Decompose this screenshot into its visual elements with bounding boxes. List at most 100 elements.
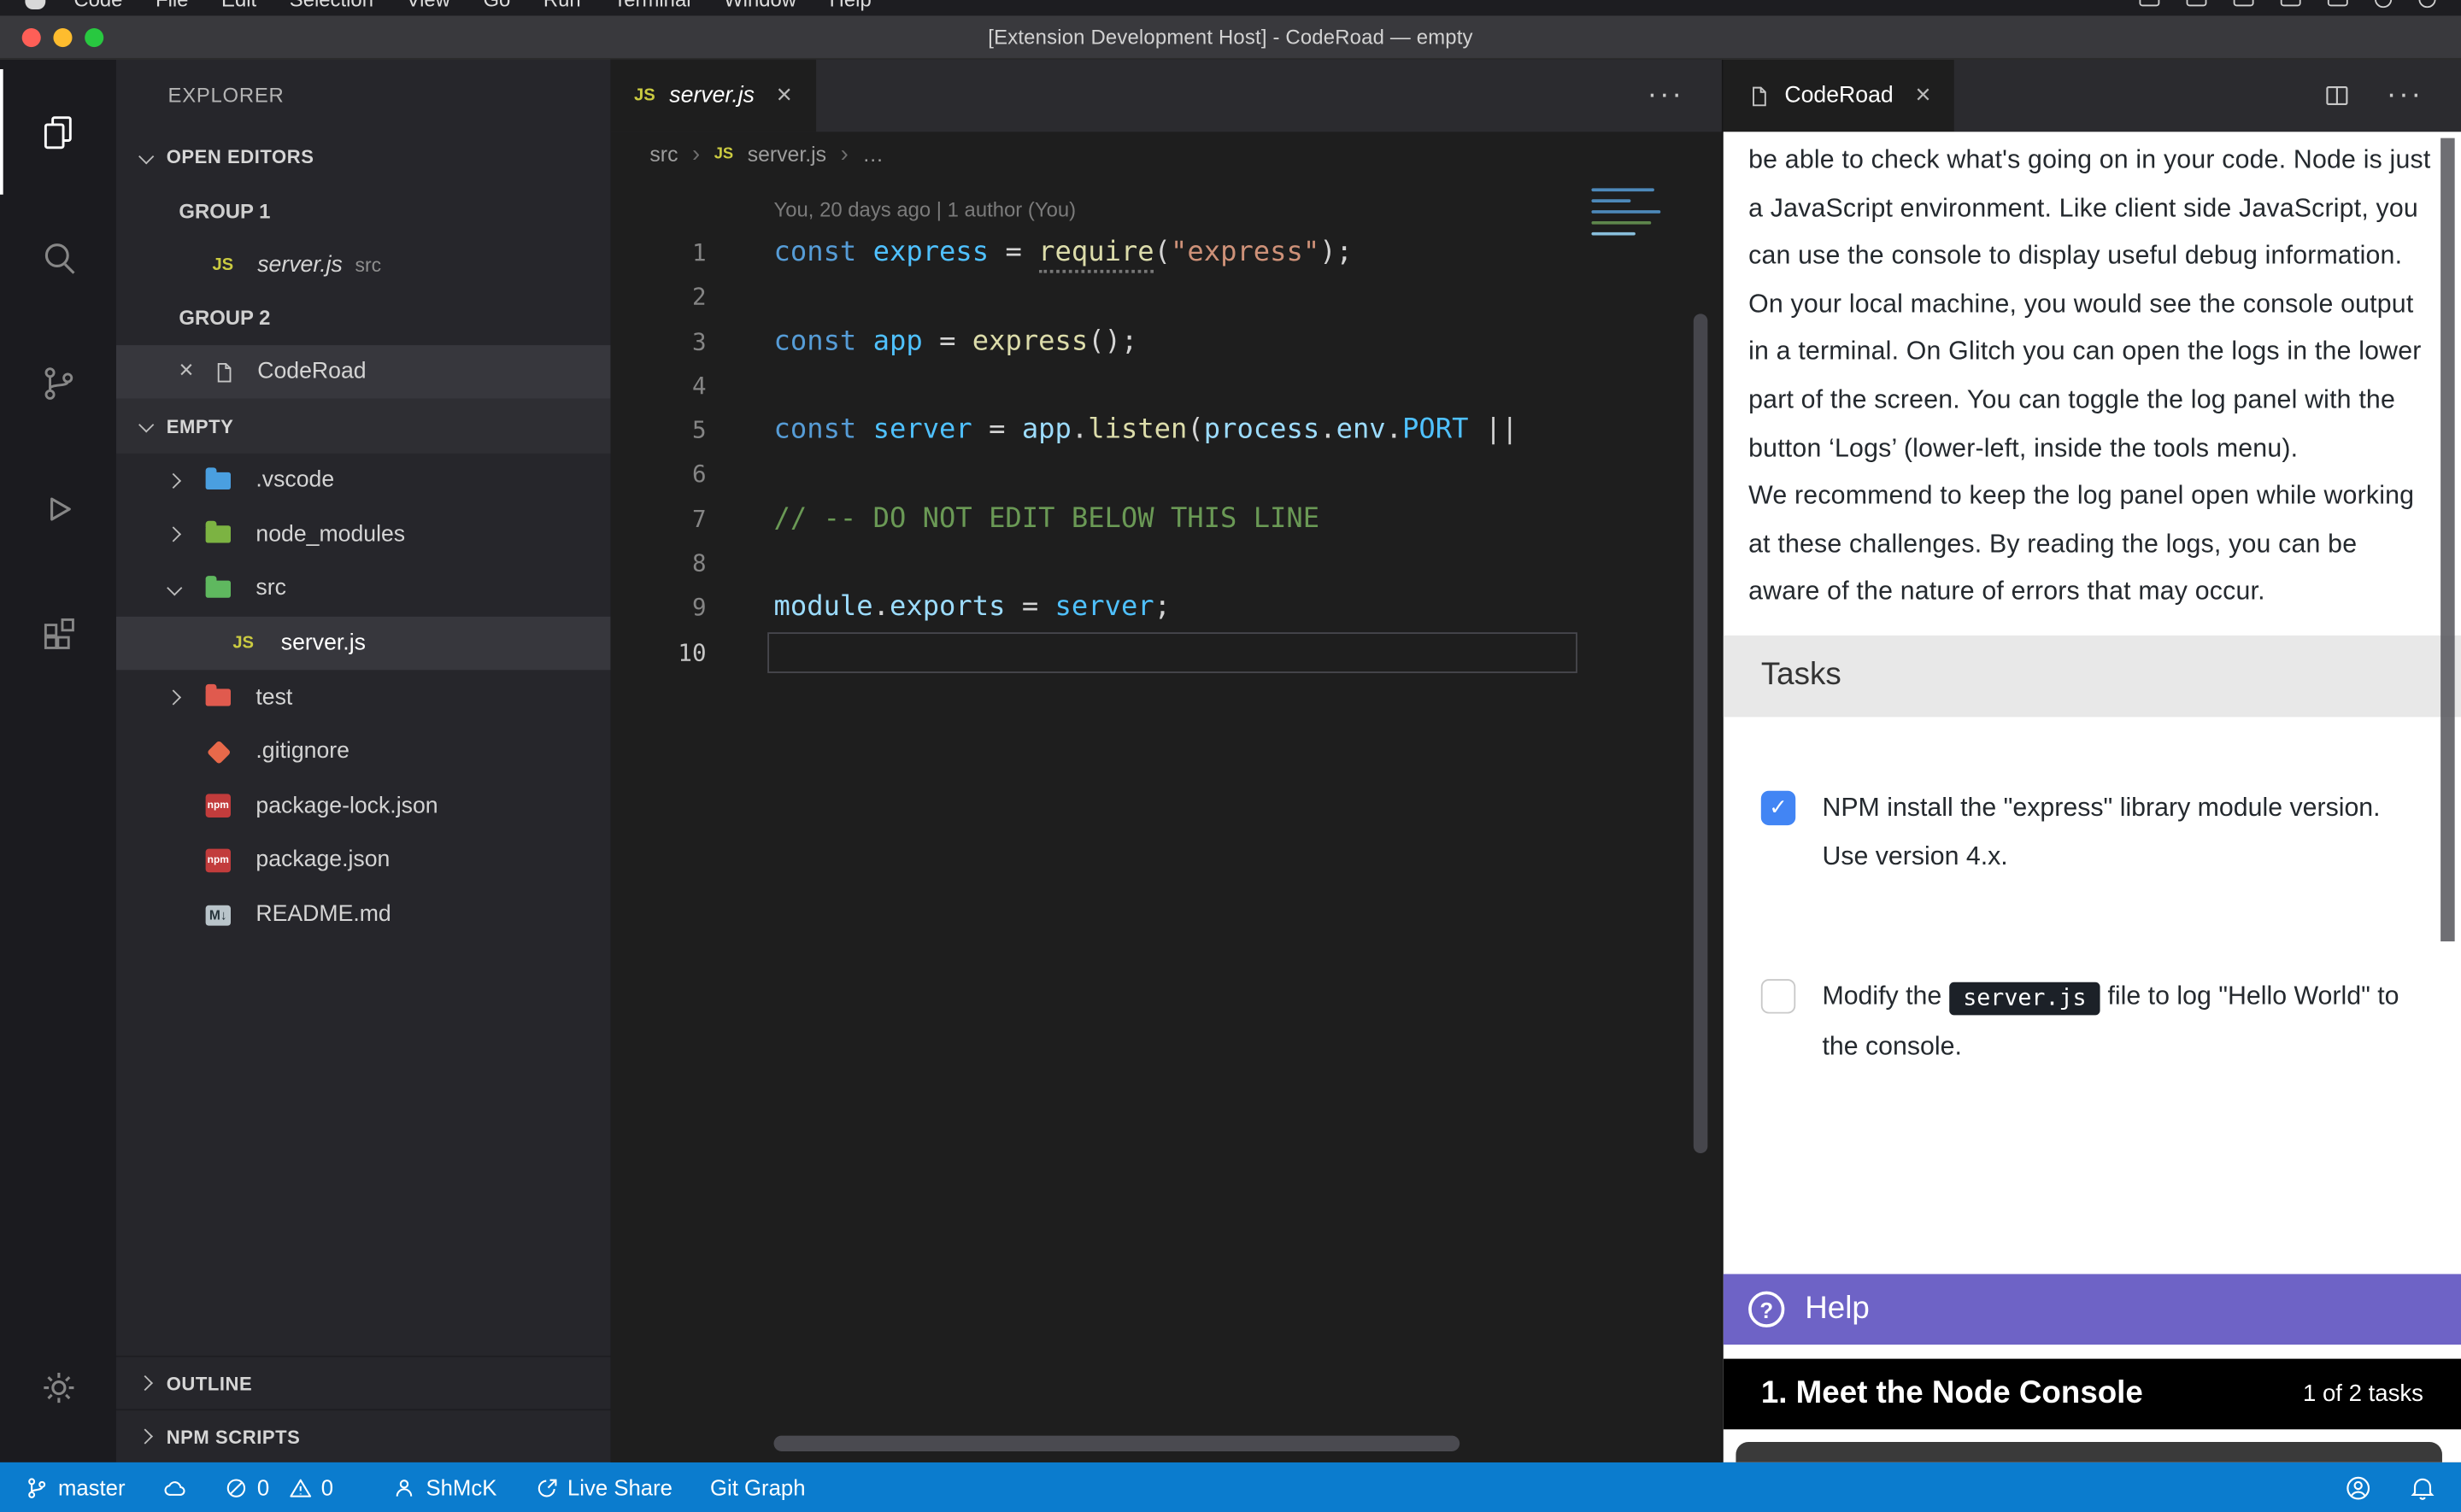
tree-item-test[interactable]: test: [116, 671, 611, 725]
wifi-icon[interactable]: [2328, 0, 2348, 6]
chevron-glyph: [165, 690, 180, 706]
open-editors-label: OPEN EDITORS: [167, 146, 314, 168]
lesson-progress: 1 of 2 tasks: [2303, 1380, 2423, 1407]
window-titlebar[interactable]: [Extension Development Host] - CodeRoad …: [0, 15, 2461, 59]
tree-item-src[interactable]: src: [116, 562, 611, 617]
tree-item-readme-md[interactable]: M↓README.md: [116, 888, 611, 942]
git-icon: [206, 740, 231, 765]
tasks-header-label: Tasks: [1761, 658, 1841, 694]
code-token: .: [1319, 414, 1336, 446]
chevron-right-icon[interactable]: [163, 530, 182, 541]
code-token: module: [774, 592, 873, 624]
horizontal-scrollbar[interactable]: [774, 1436, 1460, 1451]
code-line-text: const app = express();: [774, 325, 1138, 357]
search-icon[interactable]: [0, 195, 116, 320]
git-branch-icon: [25, 1475, 49, 1499]
spotlight-icon[interactable]: [2375, 0, 2392, 7]
vertical-scrollbar[interactable]: [1694, 314, 1708, 1153]
stats-icon[interactable]: [2139, 0, 2159, 6]
npm-scripts-label: NPM SCRIPTS: [167, 1426, 301, 1448]
open-editor-coderoad[interactable]: ×CodeRoad: [116, 345, 611, 398]
split-editor-icon[interactable]: [2321, 80, 2352, 112]
explorer-sidebar: EXPLORER OPEN EDITORS GROUP 1×JSserver.j…: [116, 60, 611, 1462]
sync-status-button[interactable]: [163, 1475, 187, 1499]
menubar-item-file[interactable]: File: [156, 0, 188, 10]
problems-indicator[interactable]: 0 0: [224, 1475, 333, 1500]
task-checkbox[interactable]: [1761, 979, 1795, 1013]
npm-scripts-section-header[interactable]: NPM SCRIPTS: [116, 1409, 611, 1462]
live-share-label: Live Share: [567, 1475, 673, 1500]
close-tab-icon[interactable]: ×: [1915, 80, 1930, 112]
chevron-down-icon[interactable]: [163, 583, 182, 595]
tree-item-vscode[interactable]: .vscode: [116, 454, 611, 508]
editor-group: JS server.js × ··· src › JS server.js › …: [610, 60, 1721, 1462]
shmck-status-item[interactable]: ShMcK: [393, 1475, 496, 1500]
status-bar-right: [2345, 1474, 2436, 1501]
tree-item-node-modules[interactable]: node_modules: [116, 507, 611, 562]
breadcrumb-server-js[interactable]: server.js: [748, 142, 826, 166]
close-tab-icon[interactable]: ×: [777, 80, 792, 112]
menubar-item-window[interactable]: Window: [724, 0, 796, 10]
git-branch-indicator[interactable]: master: [25, 1475, 125, 1500]
minimap[interactable]: [1591, 188, 1663, 243]
zoom-window-button[interactable]: [85, 28, 103, 47]
apple-menu-icon[interactable]: [25, 0, 45, 9]
chevron-right-icon: ›: [692, 140, 700, 167]
task-checkbox[interactable]: ✓: [1761, 791, 1795, 825]
chevron-glyph: [165, 527, 180, 542]
settings-gear-icon[interactable]: [0, 1324, 116, 1450]
menubar-item-run[interactable]: Run: [543, 0, 581, 10]
battery-icon[interactable]: [2281, 0, 2301, 6]
minimize-window-button[interactable]: [53, 28, 72, 47]
run-debug-icon[interactable]: [0, 446, 116, 571]
line-number: 6: [610, 453, 706, 497]
task-list: ✓NPM install the "express" library modul…: [1748, 784, 2435, 1070]
explorer-icon[interactable]: [0, 69, 116, 195]
account-icon[interactable]: [2345, 1474, 2371, 1501]
file-tree: .vscode node_modulessrcJSserver.jstest.gi…: [116, 454, 611, 942]
git-graph-button[interactable]: Git Graph: [710, 1475, 805, 1500]
tree-item-label: .vscode: [255, 468, 334, 493]
preferences-icon[interactable]: [2187, 0, 2207, 6]
chevron-right-icon[interactable]: [163, 692, 182, 703]
breadcrumb-src[interactable]: src: [649, 142, 678, 166]
open-editor-server-js[interactable]: ×JSserver.jssrc: [116, 238, 611, 291]
menubar-item-edit[interactable]: Edit: [221, 0, 256, 10]
do-not-disturb-icon[interactable]: [2234, 0, 2254, 6]
help-button[interactable]: ? Help: [1724, 1274, 2461, 1345]
help-label: Help: [1805, 1292, 1870, 1327]
tree-item-package-lock-json[interactable]: npmpackage-lock.json: [116, 779, 611, 834]
tree-item-server-js[interactable]: JSserver.js: [116, 616, 611, 671]
live-share-button[interactable]: Live Share: [534, 1475, 673, 1500]
bell-icon[interactable]: [2409, 1474, 2435, 1501]
gitlens-blame-annotation[interactable]: You, 20 days ago | 1 author (You): [610, 190, 1721, 231]
menubar-item-code[interactable]: Code: [73, 0, 122, 10]
more-actions-icon[interactable]: ···: [2387, 79, 2423, 113]
control-center-icon[interactable]: [2418, 0, 2435, 7]
extensions-icon[interactable]: [0, 571, 116, 697]
close-editor-icon[interactable]: ×: [179, 360, 210, 384]
tree-item-package-json[interactable]: npmpackage.json: [116, 834, 611, 888]
tree-item-gitignore[interactable]: .gitignore: [116, 725, 611, 780]
open-editors-header[interactable]: OPEN EDITORS: [116, 129, 611, 185]
tab-server-js[interactable]: JS server.js ×: [610, 60, 815, 132]
breadcrumb-symbol[interactable]: …: [862, 142, 884, 166]
menubar-item-go[interactable]: Go: [483, 0, 510, 10]
tab-coderoad[interactable]: CodeRoad ×: [1724, 60, 1954, 132]
menubar-item-selection[interactable]: Selection: [290, 0, 373, 10]
minimap-line: [1591, 188, 1654, 191]
code-token: require: [1038, 237, 1154, 273]
outline-section-header[interactable]: OUTLINE: [116, 1356, 611, 1409]
code-editor[interactable]: You, 20 days ago | 1 author (You) 1const…: [610, 176, 1721, 1462]
more-actions-icon[interactable]: ···: [1648, 79, 1684, 113]
code-token: express: [972, 325, 1088, 357]
workspace-root-header[interactable]: EMPTY: [116, 399, 611, 454]
webview-scrollbar[interactable]: [2440, 138, 2455, 941]
source-control-icon[interactable]: [0, 320, 116, 446]
menubar-item-view[interactable]: View: [407, 0, 450, 10]
menubar-item-terminal[interactable]: Terminal: [614, 0, 690, 10]
chevron-right-icon[interactable]: [163, 475, 182, 486]
file-icon-slot: [210, 360, 235, 384]
menubar-item-help[interactable]: Help: [830, 0, 872, 10]
close-window-button[interactable]: [22, 28, 41, 47]
